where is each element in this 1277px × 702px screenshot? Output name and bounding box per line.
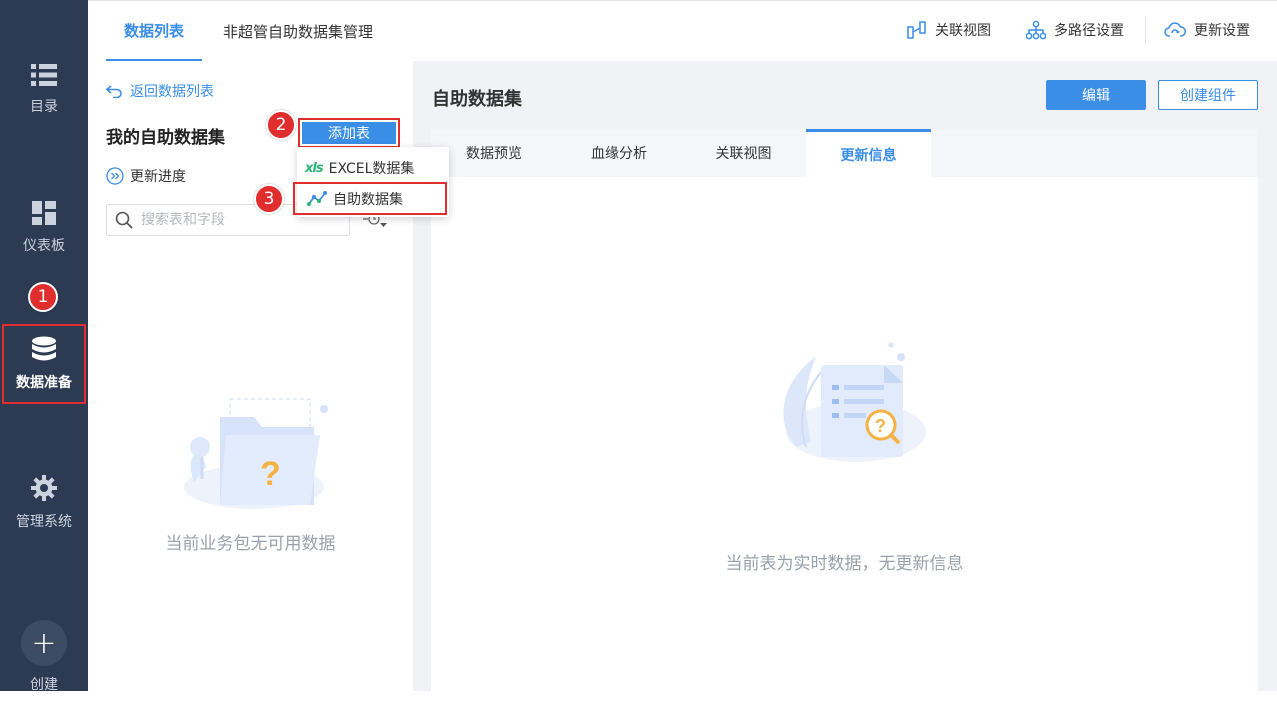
database-icon xyxy=(32,336,56,361)
add-table-button[interactable]: 添加表 xyxy=(298,118,400,148)
update-progress-link[interactable]: 更新进度 xyxy=(106,166,186,186)
sidebar-item-catalog[interactable]: 目录 xyxy=(0,50,88,130)
svg-text:?: ? xyxy=(875,416,886,436)
sidebar-item-label: 管理系统 xyxy=(16,514,72,530)
self-dataset-icon xyxy=(307,190,327,206)
my-datasets-title: 我的自助数据集 xyxy=(106,128,225,148)
list-icon xyxy=(31,64,57,86)
sidebar-item-dashboard[interactable]: 仪表板 xyxy=(0,188,88,268)
multipath-label: 多路径设置 xyxy=(1054,23,1124,39)
tab-relation-view[interactable]: 关联视图 xyxy=(681,129,806,177)
top-bar: 数据列表 非超管自助数据集管理 关联视图 多路径设置 更新设置 xyxy=(88,0,1277,62)
sidebar-item-label: 仪表板 xyxy=(23,238,65,254)
tab-lineage[interactable]: 血缘分析 xyxy=(557,129,681,177)
excel-dataset-label: EXCEL数据集 xyxy=(328,161,415,177)
sidebar-item-label: 数据准备 xyxy=(16,375,72,391)
sidebar-item-create[interactable]: + 创建 xyxy=(0,612,88,702)
menu-item-self-dataset[interactable]: 自助数据集 xyxy=(293,182,447,215)
double-chevron-icon xyxy=(106,167,124,185)
multipath-button[interactable]: 多路径设置 xyxy=(1026,20,1124,40)
sidebar-item-data-prep[interactable]: 数据准备 xyxy=(2,324,86,404)
step-badge-3: 3 xyxy=(254,184,284,214)
back-to-list-link[interactable]: 返回数据列表 xyxy=(106,81,214,101)
empty-right-message: 当前表为实时数据，无更新信息 xyxy=(725,554,964,574)
empty-folder-illustration: ? xyxy=(184,398,328,509)
plus-icon: + xyxy=(21,620,67,666)
relation-view-button[interactable]: 关联视图 xyxy=(907,20,991,40)
dashboard-icon xyxy=(32,201,56,225)
sidebar: 目录 仪表板 数据准备 管理系统 + 创建 xyxy=(0,0,88,693)
edit-button[interactable]: 编辑 xyxy=(1046,80,1146,110)
search-icon xyxy=(115,211,133,229)
dataset-title: 自助数据集 xyxy=(432,89,522,110)
right-panel: 自助数据集 编辑 创建组件 数据预览 血缘分析 关联视图 更新信息 ? 当前表为… xyxy=(413,61,1277,691)
sidebar-item-label: 目录 xyxy=(30,99,58,115)
gear-icon xyxy=(31,475,57,501)
divider xyxy=(1145,17,1146,45)
empty-doc-illustration: ? xyxy=(783,342,926,462)
tab-data-preview[interactable]: 数据预览 xyxy=(431,129,557,177)
sidebar-item-system[interactable]: 管理系统 xyxy=(0,463,88,543)
tab-self-service-manage[interactable]: 非超管自助数据集管理 xyxy=(223,1,373,62)
left-panel: 返回数据列表 我的自助数据集 添加表 更新进度 xls EXCEL数据集 xyxy=(88,61,449,691)
sidebar-item-label: 创建 xyxy=(30,677,58,693)
self-dataset-label: 自助数据集 xyxy=(333,191,403,208)
content-card: 数据预览 血缘分析 关联视图 更新信息 ? 当前表为实时数据，无更新信息 xyxy=(431,129,1258,691)
back-arrow-icon xyxy=(106,85,122,98)
tab-update-info[interactable]: 更新信息 xyxy=(806,129,931,177)
menu-item-excel-dataset[interactable]: xls EXCEL数据集 xyxy=(305,155,414,181)
cloud-refresh-icon xyxy=(1164,22,1186,37)
empty-left-message: 当前业务包无可用数据 xyxy=(165,534,336,554)
update-settings-label: 更新设置 xyxy=(1194,23,1250,39)
create-component-button[interactable]: 创建组件 xyxy=(1158,80,1258,110)
step-badge-2: 2 xyxy=(266,110,296,140)
add-table-label: 添加表 xyxy=(302,122,396,144)
sub-tab-bar: 数据预览 血缘分析 关联视图 更新信息 xyxy=(431,129,1258,177)
back-label: 返回数据列表 xyxy=(130,84,214,100)
svg-text:?: ? xyxy=(260,455,281,493)
xls-icon: xls xyxy=(305,160,324,176)
relation-view-icon xyxy=(907,21,926,39)
update-settings-button[interactable]: 更新设置 xyxy=(1164,20,1250,40)
add-table-dropdown: xls EXCEL数据集 自助数据集 xyxy=(293,147,449,217)
multipath-icon xyxy=(1026,20,1046,40)
update-progress-label: 更新进度 xyxy=(130,169,186,185)
relation-view-label: 关联视图 xyxy=(935,23,991,39)
tab-data-list[interactable]: 数据列表 xyxy=(106,1,203,62)
step-badge-1: 1 xyxy=(28,282,58,312)
